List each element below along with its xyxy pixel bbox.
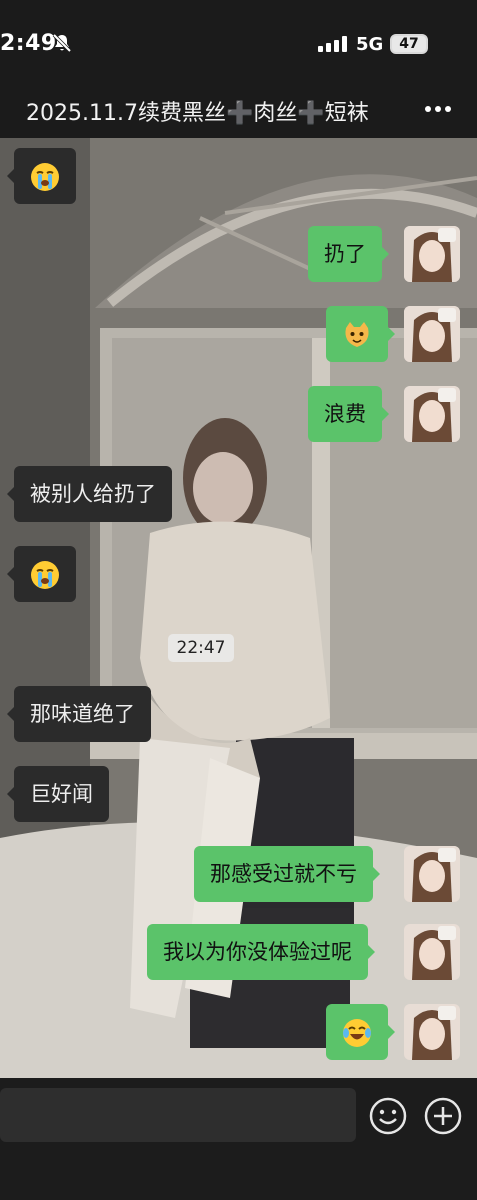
message-timestamp: 22:47 [168, 634, 234, 662]
message-bubble-sent[interactable]: 😂 [326, 1004, 395, 1060]
avatar-image [404, 226, 460, 282]
signal-bars-icon [318, 36, 347, 52]
avatar[interactable] [404, 1004, 460, 1060]
message-bubble-sent[interactable]: 扔了 [308, 226, 389, 282]
message-text: 巨好闻 [30, 782, 93, 806]
avatar-image [404, 1004, 460, 1060]
message-text: 扔了 [324, 242, 366, 266]
chat-title: 2025.11.7续费黑丝➕肉丝➕短袜 [26, 101, 369, 126]
message-bubble-received[interactable]: 被别人给扔了 [7, 466, 172, 522]
avatar[interactable] [404, 306, 460, 362]
cat-face-emoji-icon [345, 322, 369, 347]
tears-of-joy-emoji-icon [343, 1019, 371, 1047]
avatar-image [404, 846, 460, 902]
input-bar [0, 1078, 477, 1200]
message-bubble-sent[interactable]: 🐱 [326, 306, 395, 362]
message-text: 我以为你没体验过呢 [163, 940, 352, 964]
message-text: 那感受过就不亏 [210, 862, 357, 886]
chat-area[interactable]: 😭 扔了 🐱 浪费 [0, 138, 477, 1078]
message-bubble-received[interactable]: 😭 [7, 546, 76, 602]
avatar[interactable] [404, 924, 460, 980]
message-bubble-received[interactable]: 那味道绝了 [7, 686, 151, 742]
message-text: 那味道绝了 [30, 702, 135, 726]
status-time: 2:49 [0, 31, 57, 56]
message-bubble-sent[interactable]: 浪费 [308, 386, 389, 442]
avatar[interactable] [404, 226, 460, 282]
bell-slash-icon [52, 33, 72, 53]
plus-circle-icon[interactable] [423, 1096, 463, 1136]
message-input[interactable] [0, 1088, 356, 1142]
status-bar: 2:49 5G 47 [0, 0, 477, 88]
battery-level: 47 [390, 34, 428, 54]
more-dots-icon[interactable] [424, 104, 452, 114]
message-bubble-sent[interactable]: 我以为你没体验过呢 [147, 924, 375, 980]
avatar-image [404, 924, 460, 980]
avatar-image [404, 386, 460, 442]
chat-header: 2025.11.7续费黑丝➕肉丝➕短袜 [0, 88, 477, 138]
avatar-image [404, 306, 460, 362]
crying-face-emoji-icon [31, 561, 59, 589]
smiley-face-icon[interactable] [368, 1096, 408, 1136]
message-bubble-received[interactable]: 巨好闻 [7, 766, 109, 822]
message-text: 被别人给扔了 [30, 482, 156, 506]
avatar[interactable] [404, 846, 460, 902]
message-text: 浪费 [324, 402, 366, 426]
message-bubble-received[interactable]: 😭 [7, 148, 76, 204]
avatar[interactable] [404, 386, 460, 442]
crying-face-emoji-icon [31, 163, 59, 191]
message-bubble-sent[interactable]: 那感受过就不亏 [194, 846, 380, 902]
network-type: 5G [356, 34, 384, 55]
